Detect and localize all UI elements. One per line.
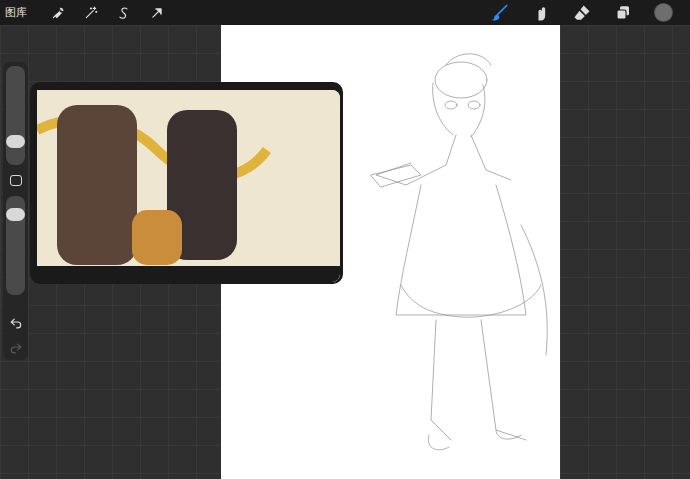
redo-icon[interactable] <box>6 339 25 356</box>
paint-tools <box>479 0 690 25</box>
opacity-slider[interactable] <box>6 196 25 295</box>
slider-handle[interactable] <box>6 135 25 148</box>
top-toolbar: 图库 <box>0 0 690 25</box>
action-tools: 图库 <box>5 0 173 25</box>
smudge-icon[interactable] <box>520 0 561 25</box>
size-slider[interactable] <box>6 66 25 165</box>
transform-arrow-icon[interactable] <box>140 0 173 25</box>
selection-icon[interactable] <box>107 0 140 25</box>
layers-icon[interactable] <box>602 0 643 25</box>
sidebar <box>3 62 28 360</box>
reference-window[interactable] <box>30 82 343 284</box>
undo-icon[interactable] <box>6 313 25 330</box>
workspace <box>0 25 690 479</box>
wrench-icon[interactable] <box>41 0 74 25</box>
modify-button[interactable] <box>10 175 22 187</box>
color-swatch[interactable] <box>655 4 672 21</box>
gallery-button[interactable]: 图库 <box>5 3 41 22</box>
magic-wand-icon[interactable] <box>74 0 107 25</box>
reference-image <box>37 90 340 282</box>
eraser-icon[interactable] <box>561 0 602 25</box>
brush-icon[interactable] <box>479 0 520 25</box>
slider-handle[interactable] <box>6 208 25 221</box>
